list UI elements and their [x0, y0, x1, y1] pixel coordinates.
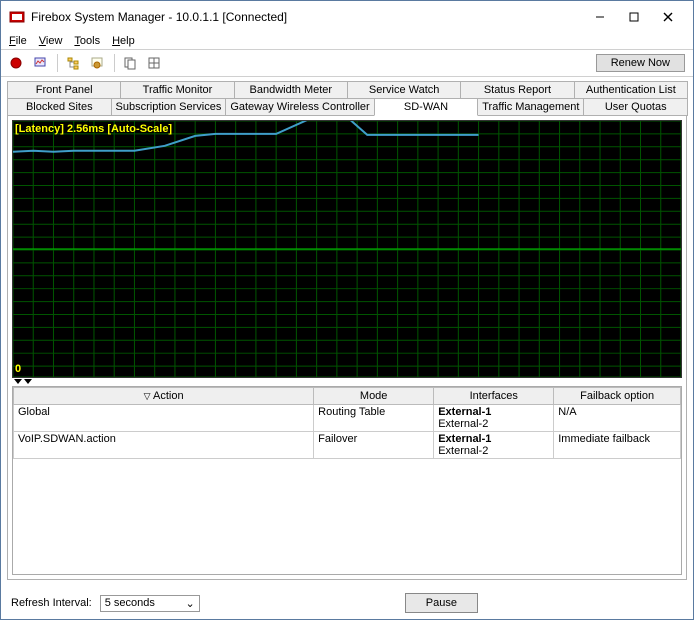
chart-title: [Latency] 2.56ms [Auto-Scale]: [15, 123, 172, 135]
cell-interfaces: External-1External-2: [434, 432, 554, 459]
toolbar: Renew Now: [1, 50, 693, 77]
tab-traffic-monitor[interactable]: Traffic Monitor: [120, 81, 234, 98]
maximize-button[interactable]: [617, 6, 651, 28]
table-row[interactable]: VoIP.SDWAN.actionFailoverExternal-1Exter…: [14, 432, 681, 459]
toolbar-separator: [57, 54, 58, 72]
tab-blocked-sites[interactable]: Blocked Sites: [7, 98, 112, 116]
window-title: Firebox System Manager - 10.0.1.1 [Conne…: [31, 10, 583, 24]
menu-tools[interactable]: Tools: [74, 35, 100, 47]
refresh-interval-label: Refresh Interval:: [11, 597, 92, 609]
minimize-button[interactable]: [583, 6, 617, 28]
renew-now-button[interactable]: Renew Now: [596, 54, 685, 72]
tab-traffic-management[interactable]: Traffic Management: [477, 98, 584, 116]
tabs-area: Front Panel Traffic Monitor Bandwidth Me…: [1, 77, 693, 116]
tab-gateway-wireless-controller[interactable]: Gateway Wireless Controller: [225, 98, 374, 116]
menu-view[interactable]: View: [39, 35, 63, 47]
bottom-bar: Refresh Interval: 5 seconds ⌄ Pause: [1, 587, 693, 619]
cell-failback: N/A: [554, 405, 681, 432]
latency-chart: [Latency] 2.56ms [Auto-Scale] 0: [12, 120, 682, 378]
table-row[interactable]: GlobalRouting TableExternal-1External-2N…: [14, 405, 681, 432]
refresh-interval-value: 5 seconds: [105, 597, 155, 609]
tab-front-panel[interactable]: Front Panel: [7, 81, 121, 98]
grid-icon[interactable]: [143, 52, 165, 74]
menubar: File View Tools Help: [1, 33, 693, 50]
record-icon[interactable]: [5, 52, 27, 74]
cert-icon[interactable]: [86, 52, 108, 74]
tab-row-2: Blocked Sites Subscription Services Gate…: [7, 98, 687, 116]
menu-help[interactable]: Help: [112, 35, 135, 47]
tab-service-watch[interactable]: Service Watch: [347, 81, 461, 98]
cell-action: VoIP.SDWAN.action: [14, 432, 314, 459]
toolbar-separator: [114, 54, 115, 72]
chart-canvas: [13, 121, 681, 377]
tab-status-report[interactable]: Status Report: [460, 81, 574, 98]
titlebar: Firebox System Manager - 10.0.1.1 [Conne…: [1, 1, 693, 33]
tab-authentication-list[interactable]: Authentication List: [574, 81, 688, 98]
window-controls: [583, 6, 685, 28]
cell-interfaces: External-1External-2: [434, 405, 554, 432]
col-action[interactable]: Action: [14, 388, 314, 405]
cell-mode: Failover: [314, 432, 434, 459]
cell-action: Global: [14, 405, 314, 432]
menu-file[interactable]: File: [9, 35, 27, 47]
cell-mode: Routing Table: [314, 405, 434, 432]
cell-failback: Immediate failback: [554, 432, 681, 459]
tab-row-1: Front Panel Traffic Monitor Bandwidth Me…: [7, 81, 687, 98]
splitter-handle[interactable]: [12, 378, 682, 386]
chart-zero-label: 0: [15, 363, 21, 375]
close-button[interactable]: [651, 6, 685, 28]
chevron-down-icon: ⌄: [185, 597, 194, 610]
col-interfaces[interactable]: Interfaces: [434, 388, 554, 405]
content-panel: [Latency] 2.56ms [Auto-Scale] 0 Action M…: [7, 115, 687, 580]
sdwan-table: Action Mode Interfaces Failback option G…: [12, 386, 682, 575]
app-icon: [9, 9, 25, 25]
copy-icon[interactable]: [119, 52, 141, 74]
col-failback[interactable]: Failback option: [554, 388, 681, 405]
monitor-icon[interactable]: [29, 52, 51, 74]
refresh-interval-select[interactable]: 5 seconds ⌄: [100, 595, 200, 612]
tab-bandwidth-meter[interactable]: Bandwidth Meter: [234, 81, 348, 98]
tab-user-quotas[interactable]: User Quotas: [583, 98, 688, 116]
tab-sd-wan[interactable]: SD-WAN: [374, 98, 479, 116]
tree-icon[interactable]: [62, 52, 84, 74]
col-mode[interactable]: Mode: [314, 388, 434, 405]
pause-button[interactable]: Pause: [405, 593, 478, 613]
tab-subscription-services[interactable]: Subscription Services: [111, 98, 227, 116]
